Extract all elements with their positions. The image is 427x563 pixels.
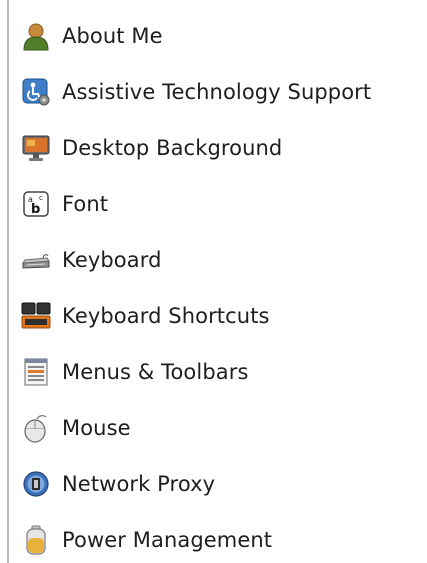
menu-item-label: Keyboard [62,248,162,272]
menu-item-mouse[interactable]: Mouse [0,400,427,456]
preferences-menu: About Me Assistive Technology Support De… [0,8,427,563]
menu-item-assistive-technology-support[interactable]: Assistive Technology Support [0,64,427,120]
menu-item-label: Desktop Background [62,136,283,160]
menu-item-menus-toolbars[interactable]: Menus & Toolbars [0,344,427,400]
keyboard-icon [20,244,52,276]
svg-text:c: c [39,194,43,202]
font-icon: a c b [20,188,52,220]
menu-item-label: Mouse [62,416,131,440]
menu-item-label: Network Proxy [62,472,216,496]
mouse-icon [20,412,52,444]
keyboard-shortcuts-icon [20,300,52,332]
menu-item-network-proxy[interactable]: Network Proxy [0,456,427,512]
menu-item-label: Font [62,192,109,216]
menu-item-label: Assistive Technology Support [62,80,372,104]
menu-item-label: Menus & Toolbars [62,360,249,384]
menu-item-power-management[interactable]: Power Management [0,512,427,563]
menu-item-desktop-background[interactable]: Desktop Background [0,120,427,176]
menu-item-keyboard[interactable]: Keyboard [0,232,427,288]
menu-item-label: Power Management [62,528,273,552]
accessibility-icon [20,76,52,108]
menu-item-keyboard-shortcuts[interactable]: Keyboard Shortcuts [0,288,427,344]
menu-item-font[interactable]: a c b Font [0,176,427,232]
svg-text:b: b [31,202,40,217]
menu-item-label: Keyboard Shortcuts [62,304,270,328]
person-icon [20,20,52,52]
battery-icon [20,524,52,556]
monitor-icon [20,132,52,164]
network-proxy-icon [20,468,52,500]
menu-item-about-me[interactable]: About Me [0,8,427,64]
menu-item-label: About Me [62,24,163,48]
menus-toolbars-icon [20,356,52,388]
